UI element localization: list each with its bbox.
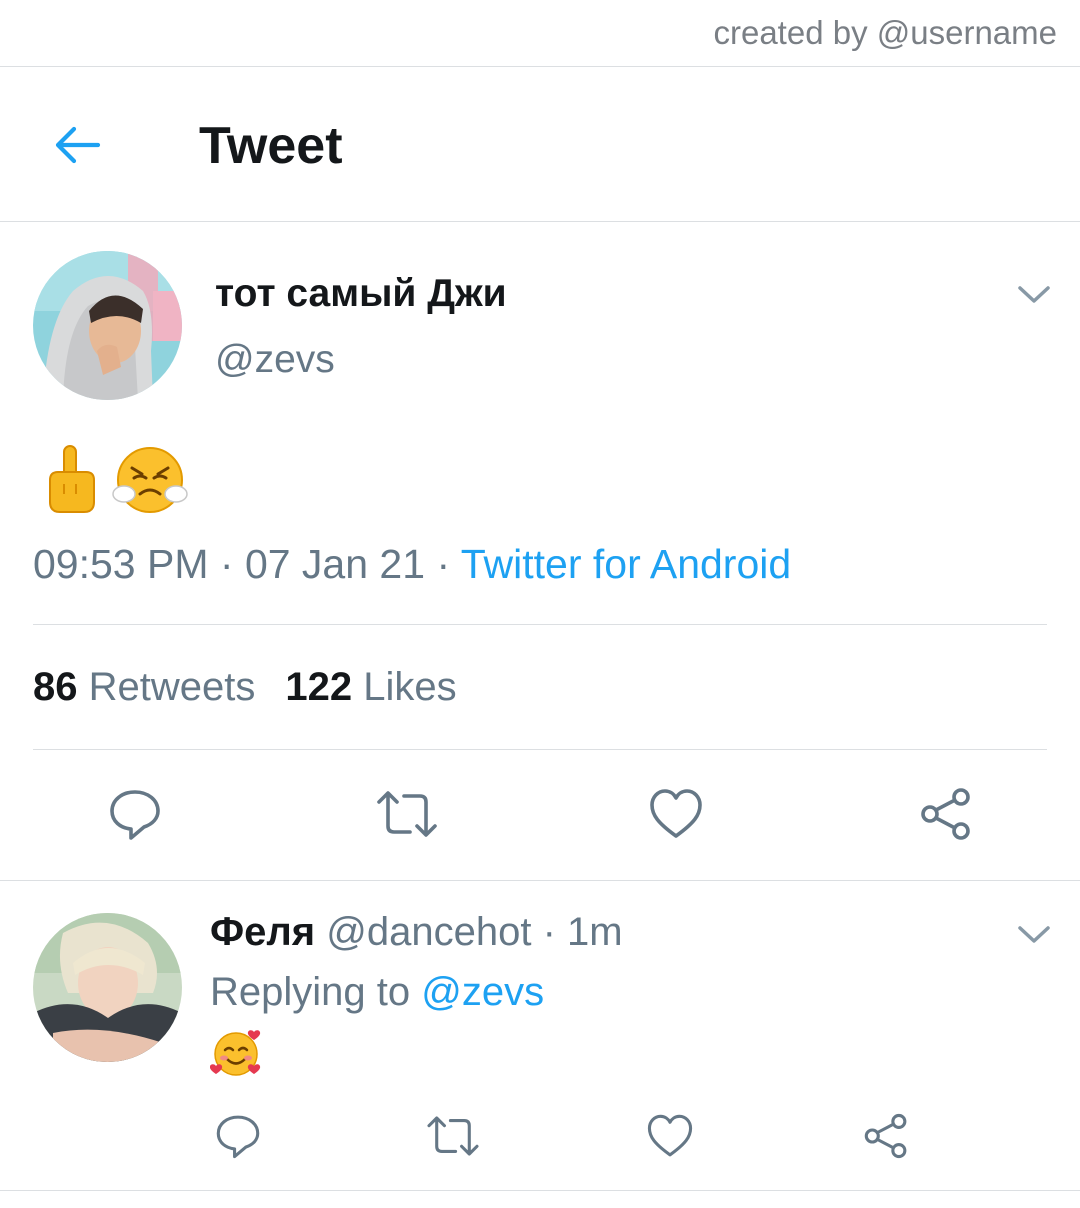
- reply-author-avatar[interactable]: [33, 913, 182, 1062]
- arrow-left-icon: [55, 126, 101, 164]
- meta-divider: [33, 624, 1047, 625]
- chevron-down-icon: [1018, 926, 1050, 943]
- share-icon: [921, 788, 970, 840]
- back-button[interactable]: [50, 118, 106, 174]
- reply-like-button[interactable]: [646, 1112, 694, 1160]
- retweets-label: Retweets: [88, 665, 256, 709]
- top-divider: [0, 66, 1080, 67]
- reply-share-button[interactable]: [862, 1112, 910, 1160]
- tweet-stats: 86 Retweets 122 Likes: [33, 665, 457, 710]
- reply-icon: [110, 790, 160, 840]
- tweet-content: [44, 444, 188, 516]
- likes-label: Likes: [363, 665, 457, 709]
- share-icon: [864, 1113, 907, 1159]
- reply-icon: [216, 1115, 260, 1159]
- replying-to-handle-link[interactable]: @zevs: [421, 970, 544, 1014]
- chevron-down-icon: [1018, 286, 1050, 303]
- reply-divider: [0, 1190, 1080, 1191]
- tweet-options-button[interactable]: [1016, 282, 1052, 306]
- reply-header: Феля @dancehot · 1m: [210, 910, 623, 955]
- meta-separator: ·: [208, 541, 245, 587]
- middle-finger-emoji: [49, 445, 95, 513]
- stats-divider: [33, 749, 1047, 750]
- replying-to: Replying to @zevs: [210, 970, 544, 1015]
- replying-prefix: Replying to: [210, 970, 411, 1014]
- page-title: Tweet: [199, 117, 343, 175]
- reply-author-name[interactable]: Феля: [210, 910, 315, 954]
- reply-author-handle[interactable]: @dancehot: [326, 910, 531, 954]
- tweet-time: 09:53 PM: [33, 541, 209, 587]
- tweet-source-link[interactable]: Twitter for Android: [461, 541, 791, 587]
- retweets-stat[interactable]: 86 Retweets: [33, 665, 255, 709]
- retweet-button[interactable]: [376, 786, 437, 842]
- like-icon: [650, 789, 702, 838]
- reply-time: 1m: [567, 910, 623, 954]
- smiling-face-with-hearts-emoji: [210, 1030, 261, 1076]
- like-button[interactable]: [648, 786, 704, 842]
- meta-separator: ·: [425, 541, 461, 587]
- reply-button[interactable]: [107, 786, 163, 842]
- author-name[interactable]: тот самый Джи: [215, 272, 507, 316]
- retweet-icon: [377, 791, 437, 837]
- like-icon: [647, 1114, 693, 1157]
- reply-separator: ·: [531, 910, 568, 954]
- creator-credit: created by @username: [713, 14, 1057, 51]
- reply-options-button[interactable]: [1016, 922, 1052, 946]
- author-avatar[interactable]: [33, 251, 182, 400]
- retweets-count: 86: [33, 665, 78, 709]
- tweet-meta: 09:53 PM · 07 Jan 21 · Twitter for Andro…: [33, 541, 791, 588]
- likes-stat[interactable]: 122 Likes: [285, 665, 456, 709]
- tweet-divider: [0, 880, 1080, 881]
- face-with-steam-emoji: [112, 447, 188, 513]
- reply-retweet-button[interactable]: [426, 1112, 480, 1160]
- share-button[interactable]: [918, 786, 974, 842]
- author-handle[interactable]: @zevs: [215, 338, 335, 382]
- retweet-icon: [427, 1116, 479, 1156]
- likes-count: 122: [285, 665, 353, 709]
- header-divider: [0, 221, 1080, 222]
- reply-content: [210, 1026, 262, 1078]
- tweet-date: 07 Jan 21: [244, 541, 426, 587]
- reply-reply-button[interactable]: [214, 1112, 262, 1160]
